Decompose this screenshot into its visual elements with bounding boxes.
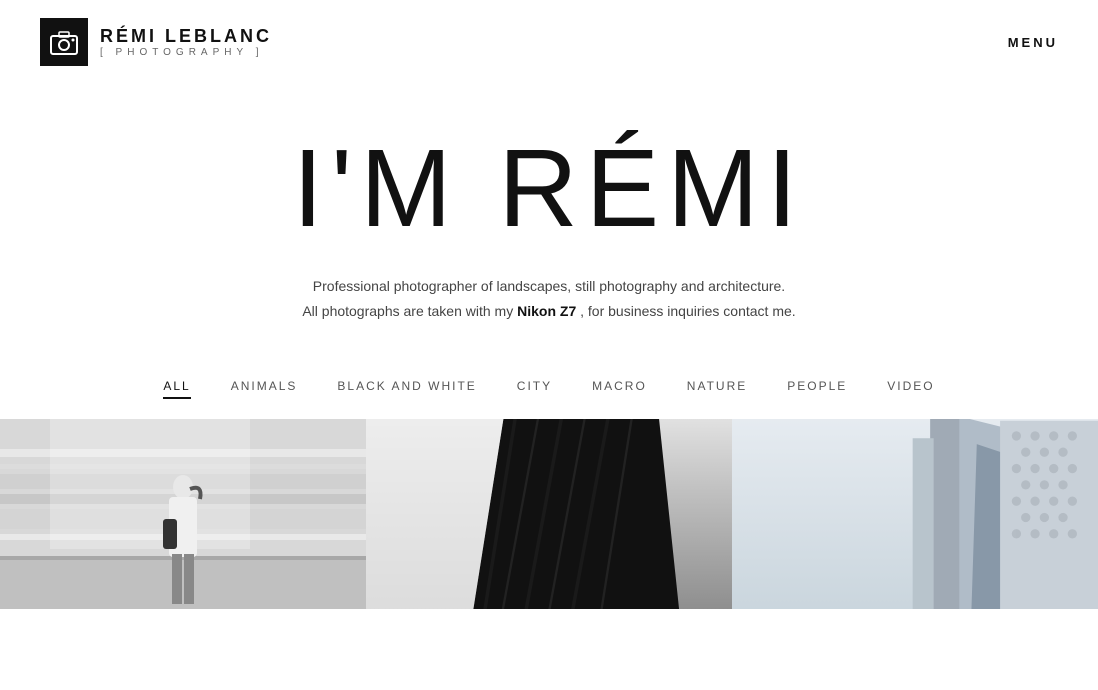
hero-line1: Professional photographer of landscapes,… [40, 274, 1058, 299]
hero-camera: Nikon Z7 [517, 303, 576, 319]
hero-line2: All photographs are taken with my Nikon … [40, 299, 1058, 324]
hero-line2-suffix: , for business inquiries contact me. [576, 303, 795, 319]
filter-people[interactable]: PEOPLE [787, 379, 847, 399]
photo-bw-subway[interactable] [0, 419, 366, 609]
filter-nav: ALL ANIMALS BLACK AND WHITE CITY MACRO N… [0, 354, 1098, 419]
logo-name: RÉMI LEBLANC [100, 26, 272, 47]
hero-subtitle: Professional photographer of landscapes,… [40, 274, 1058, 324]
photo-dark-building[interactable] [366, 419, 732, 609]
photo-grid [0, 419, 1098, 609]
filter-city[interactable]: CITY [517, 379, 552, 399]
filter-macro[interactable]: MACRO [592, 379, 647, 399]
hero-title: I'M RÉMI [40, 134, 1058, 244]
logo-sub: [ PHOTOGRAPHY ] [100, 47, 272, 58]
photo-city-buildings[interactable] [732, 419, 1098, 609]
logo-area: RÉMI LEBLANC [ PHOTOGRAPHY ] [40, 18, 272, 66]
logo-text: RÉMI LEBLANC [ PHOTOGRAPHY ] [100, 26, 272, 58]
menu-button[interactable]: MENU [1008, 35, 1058, 50]
filter-animals[interactable]: ANIMALS [231, 379, 298, 399]
filter-video[interactable]: VIDEO [887, 379, 934, 399]
filter-all[interactable]: ALL [163, 379, 190, 399]
hero-section: I'M RÉMI Professional photographer of la… [0, 84, 1098, 354]
filter-nature[interactable]: NATURE [687, 379, 747, 399]
hero-line2-prefix: All photographs are taken with my [302, 303, 517, 319]
site-header: RÉMI LEBLANC [ PHOTOGRAPHY ] MENU [0, 0, 1098, 84]
logo-icon [40, 18, 88, 66]
filter-bw[interactable]: BLACK AND WHITE [337, 379, 476, 399]
